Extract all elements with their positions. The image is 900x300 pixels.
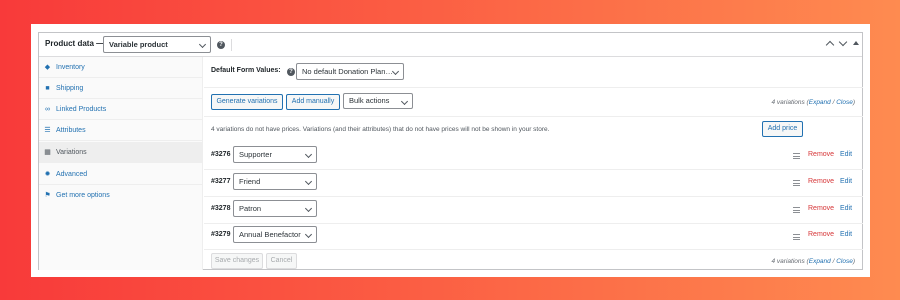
count-text: 4 variations: [771, 258, 805, 265]
tab-linked-products[interactable]: ∞ Linked Products: [39, 99, 203, 120]
drag-handle-icon[interactable]: [793, 207, 800, 213]
divider: [204, 249, 863, 250]
divider: [204, 223, 863, 224]
bulk-actions-value: Bulk actions: [349, 96, 390, 105]
tab-attributes[interactable]: ☰ Attributes: [39, 120, 203, 141]
bulk-actions-select[interactable]: Bulk actions: [343, 93, 413, 109]
default-form-values-value: No default Donation Plan…: [302, 67, 393, 76]
add-price-button[interactable]: Add price: [762, 121, 803, 137]
product-type-select[interactable]: Variable product: [103, 36, 211, 53]
variation-attribute-value: Supporter: [239, 150, 272, 159]
divider: [204, 196, 863, 197]
screenshot-frame: Product data — Variable product ? ◆ Inve…: [31, 24, 870, 277]
tab-label: Shipping: [56, 85, 84, 92]
remove-link[interactable]: Remove: [808, 231, 834, 238]
tab-label: Attributes: [56, 127, 86, 134]
tab-label: Inventory: [56, 64, 85, 71]
chevron-down-icon: [198, 40, 207, 49]
cancel-button[interactable]: Cancel: [266, 253, 297, 269]
triangle-up-icon: [853, 41, 859, 45]
save-changes-button[interactable]: Save changes: [211, 253, 263, 269]
variation-id: #3276: [211, 151, 231, 158]
variations-content: Default Form Values: ? No default Donati…: [204, 57, 863, 270]
truck-icon: ■: [45, 85, 50, 92]
default-form-values-label: Default Form Values:: [211, 67, 281, 74]
divider: [204, 169, 863, 170]
product-data-panel: Product data — Variable product ? ◆ Inve…: [38, 32, 863, 270]
variation-id: #3277: [211, 178, 231, 185]
chevron-down-icon: [304, 230, 313, 239]
variations-count-top: 4 variations (Expand / Close): [771, 99, 856, 106]
tab-variations[interactable]: ▦ Variations: [39, 142, 203, 163]
edit-link[interactable]: Edit: [840, 205, 852, 212]
close-link[interactable]: Close: [836, 258, 853, 265]
panel-title: Product data —: [45, 39, 105, 48]
chevron-down-icon: [400, 97, 409, 106]
product-type-value: Variable product: [109, 40, 168, 49]
chevron-down-icon: [838, 37, 848, 47]
grid-icon: ▦: [44, 149, 51, 156]
remove-link[interactable]: Remove: [808, 205, 834, 212]
variation-attribute-value: Patron: [239, 204, 262, 213]
header-divider: [231, 39, 232, 51]
gear-icon: ✹: [44, 171, 51, 178]
variation-attribute-value: Annual Benefactor: [239, 230, 301, 239]
list-icon: ☰: [44, 127, 51, 134]
move-down-button[interactable]: [838, 37, 848, 49]
variation-id: #3279: [211, 231, 231, 238]
variation-attribute-select[interactable]: Supporter: [233, 146, 317, 163]
no-price-notice: 4 variations do not have prices. Variati…: [211, 126, 550, 133]
product-data-tabs: ◆ Inventory ■ Shipping ∞ Linked Products…: [39, 57, 203, 270]
tag-icon: ◆: [44, 64, 51, 71]
variation-attribute-select[interactable]: Annual Benefactor: [233, 226, 317, 243]
edit-link[interactable]: Edit: [840, 151, 852, 158]
variation-id: #3278: [211, 205, 231, 212]
close-link[interactable]: Close: [836, 99, 853, 106]
tab-get-more-options[interactable]: ⚑ Get more options: [39, 185, 203, 206]
count-text: 4 variations: [771, 99, 805, 106]
move-up-button[interactable]: [825, 39, 835, 50]
plugin-icon: ⚑: [44, 192, 51, 199]
variation-attribute-select[interactable]: Friend: [233, 173, 317, 190]
chevron-down-icon: [304, 204, 313, 213]
tab-inventory[interactable]: ◆ Inventory: [39, 57, 203, 78]
expand-link[interactable]: Expand: [809, 258, 831, 265]
drag-handle-icon[interactable]: [793, 153, 800, 159]
tab-label: Get more options: [56, 192, 110, 199]
panel-header: Product data — Variable product ?: [39, 33, 862, 57]
variation-attribute-value: Friend: [239, 177, 261, 186]
help-icon[interactable]: ?: [287, 68, 295, 76]
drag-handle-icon[interactable]: [793, 234, 800, 240]
toggle-panel-button[interactable]: [851, 39, 861, 49]
tab-label: Linked Products: [56, 106, 107, 113]
chevron-down-icon: [391, 67, 400, 76]
tab-label: Variations: [56, 149, 87, 156]
edit-link[interactable]: Edit: [840, 178, 852, 185]
expand-link[interactable]: Expand: [809, 99, 831, 106]
divider: [204, 116, 863, 117]
chevron-up-icon: [825, 40, 835, 50]
divider: [204, 87, 863, 88]
link-icon: ∞: [45, 106, 50, 113]
remove-link[interactable]: Remove: [808, 151, 834, 158]
tab-advanced[interactable]: ✹ Advanced: [39, 164, 203, 185]
help-icon[interactable]: ?: [217, 41, 225, 49]
add-manually-button[interactable]: Add manually: [286, 94, 340, 110]
tab-label: Advanced: [56, 171, 88, 178]
remove-link[interactable]: Remove: [808, 178, 834, 185]
chevron-down-icon: [304, 150, 313, 159]
tab-shipping[interactable]: ■ Shipping: [39, 78, 203, 99]
variations-count-bottom: 4 variations (Expand / Close): [771, 258, 856, 265]
chevron-down-icon: [304, 177, 313, 186]
variation-attribute-select[interactable]: Patron: [233, 200, 317, 217]
drag-handle-icon[interactable]: [793, 180, 800, 186]
default-form-values-select[interactable]: No default Donation Plan…: [296, 63, 404, 80]
edit-link[interactable]: Edit: [840, 231, 852, 238]
generate-variations-button[interactable]: Generate variations: [211, 94, 283, 110]
